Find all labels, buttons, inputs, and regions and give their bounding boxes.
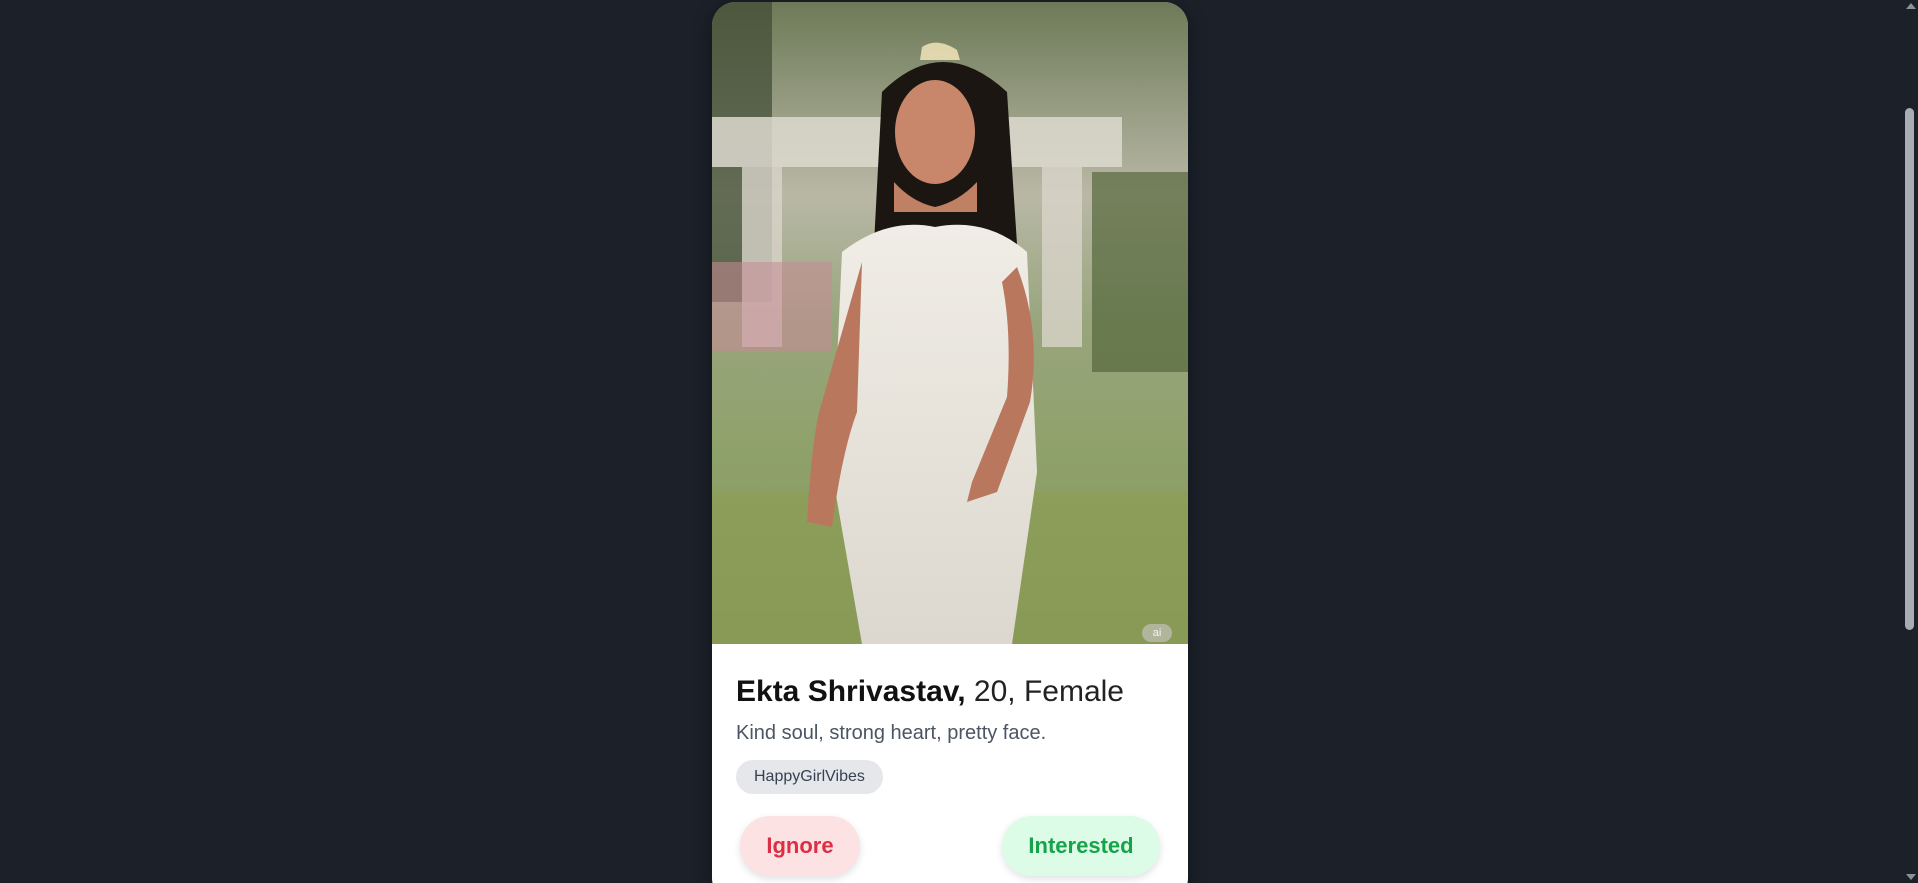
profile-age-gender: 20, Female xyxy=(973,675,1124,708)
profile-heading: Ekta Shrivastav, 20, Female xyxy=(736,674,1164,710)
profile-info: Ekta Shrivastav, 20, Female Kind soul, s… xyxy=(712,644,1188,794)
scroll-down-arrow-icon[interactable] xyxy=(1906,874,1916,880)
vertical-scrollbar[interactable] xyxy=(1902,0,1918,883)
profile-tag: HappyGirlVibes xyxy=(736,760,883,794)
interested-button[interactable]: Interested xyxy=(1002,816,1160,876)
ignore-button[interactable]: Ignore xyxy=(740,816,860,876)
profile-card: ai Ekta Shrivastav, 20, Female Kind soul… xyxy=(712,2,1188,883)
profile-name: Ekta Shrivastav, xyxy=(736,675,966,708)
profile-photo: ai xyxy=(712,2,1188,644)
scrollbar-thumb[interactable] xyxy=(1905,108,1914,630)
profile-photo-illustration xyxy=(712,2,1188,644)
profile-tags: HappyGirlVibes xyxy=(736,760,1164,794)
profile-actions: Ignore Interested xyxy=(740,816,1160,876)
ai-generated-badge: ai xyxy=(1142,624,1172,642)
scroll-up-arrow-icon[interactable] xyxy=(1906,3,1916,9)
profile-bio: Kind soul, strong heart, pretty face. xyxy=(736,722,1047,744)
page: ai Ekta Shrivastav, 20, Female Kind soul… xyxy=(0,0,1918,883)
